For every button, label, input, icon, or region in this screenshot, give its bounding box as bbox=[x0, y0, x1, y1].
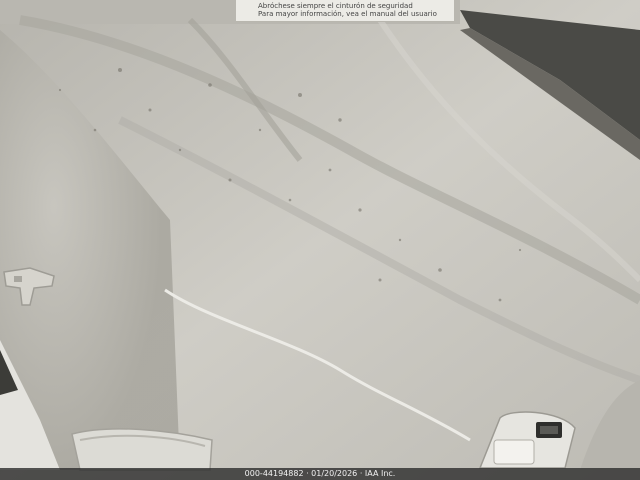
visor-label-line-1: Abróchese siempre el cinturón de segurid… bbox=[258, 2, 413, 10]
seatbelt-warning-label: Abróchese siempre el cinturón de segurid… bbox=[236, 0, 454, 22]
visor-label-line-2: Para mayor información, vea el manual de… bbox=[258, 10, 437, 18]
headliner-surface bbox=[0, 0, 640, 480]
photo-caption-bar: 000-44194882 · 01/20/2026 · IAA Inc. bbox=[0, 468, 640, 480]
vehicle-headliner-photo: Abróchese siempre el cinturón de segurid… bbox=[0, 0, 640, 480]
photo-caption: 000-44194882 · 01/20/2026 · IAA Inc. bbox=[244, 469, 396, 478]
visor-fine-print bbox=[0, 0, 170, 14]
grab-handle bbox=[71, 428, 213, 471]
